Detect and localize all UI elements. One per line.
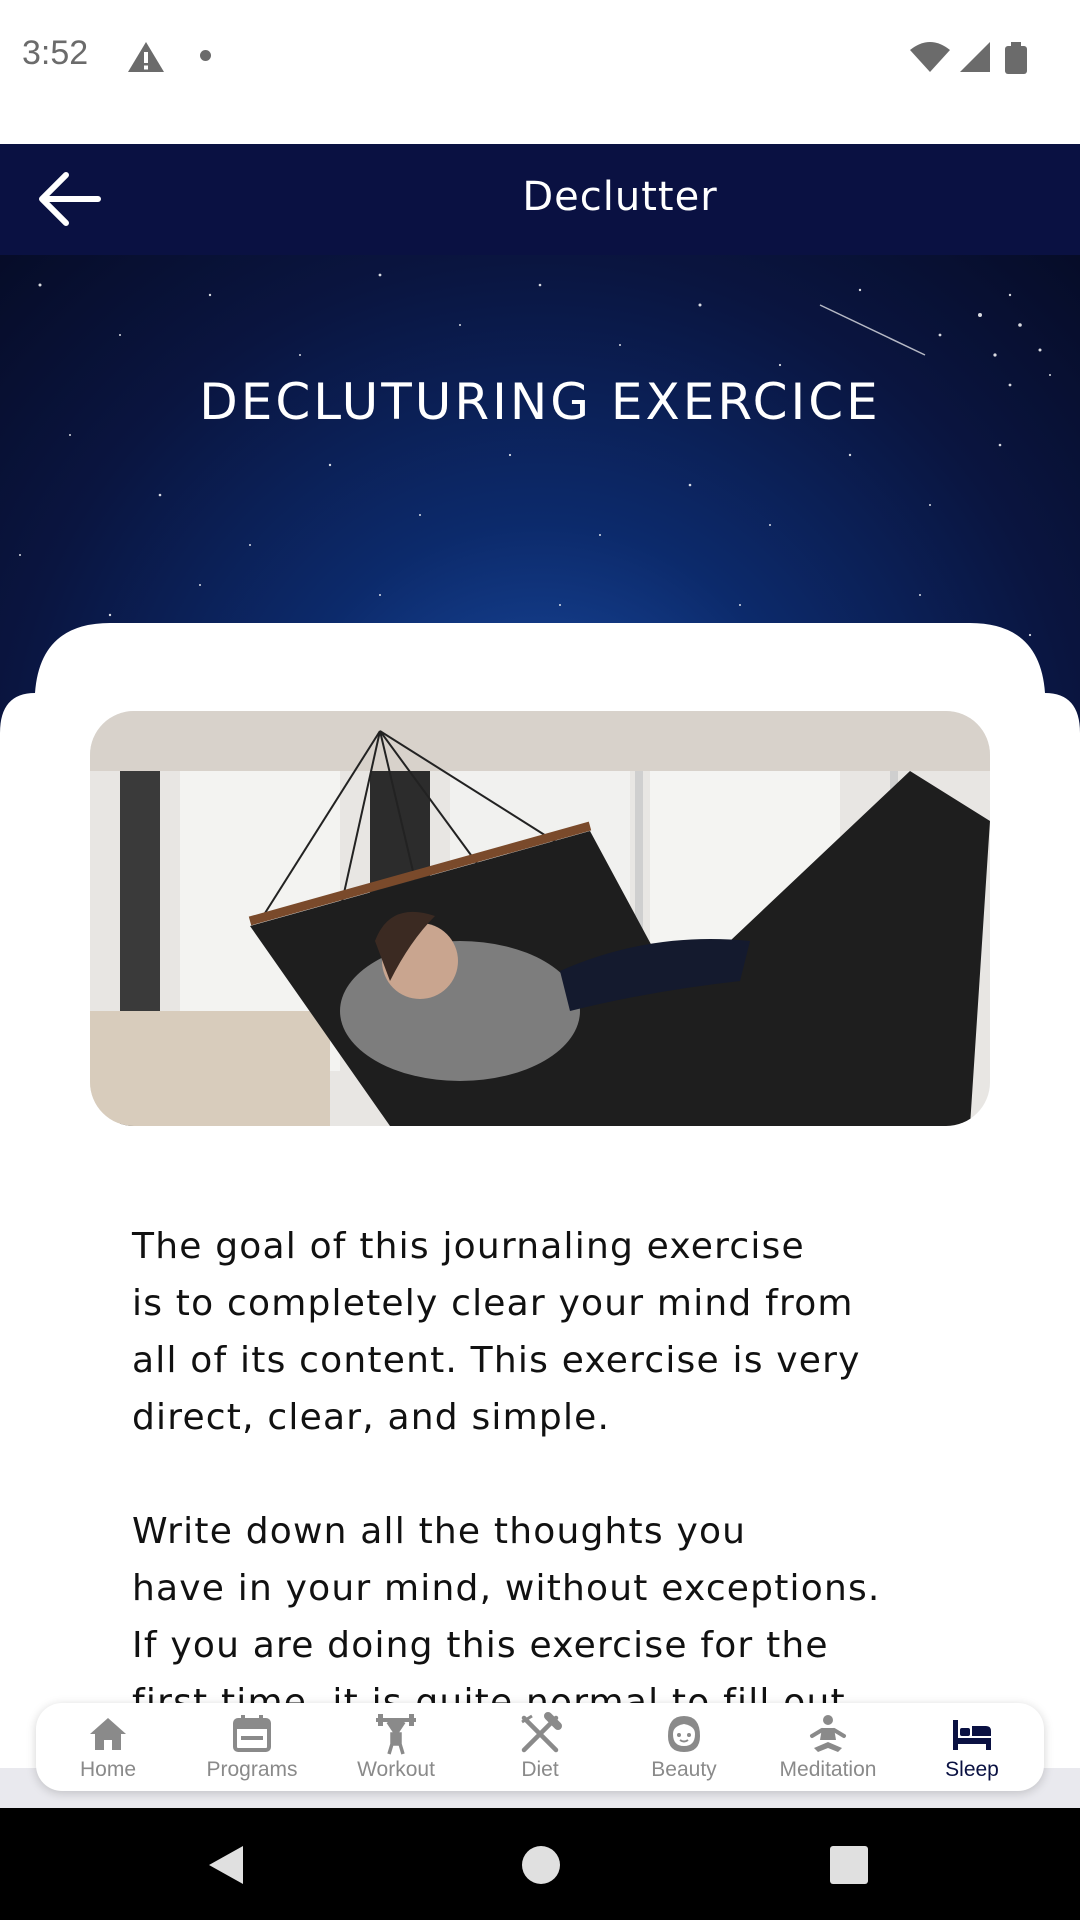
bed-icon xyxy=(953,1720,991,1750)
hammock-photo xyxy=(90,711,990,1126)
meditation-icon xyxy=(810,1715,846,1752)
nav-label: Beauty xyxy=(651,1758,717,1781)
notification-dot-icon xyxy=(200,50,211,61)
battery-icon xyxy=(1005,42,1027,74)
signal-icon xyxy=(960,42,990,72)
home-icon xyxy=(90,1718,126,1750)
recents-square-icon[interactable] xyxy=(828,1844,870,1886)
nav-item-programs[interactable]: Programs xyxy=(182,1712,322,1782)
bottom-navigation: Home Programs Workout Diet Beauty Medita… xyxy=(36,1703,1044,1791)
nav-label: Sleep xyxy=(945,1758,999,1781)
page-title: Declutter xyxy=(522,174,718,220)
warning-icon xyxy=(126,40,166,78)
nav-item-diet[interactable]: Diet xyxy=(470,1712,610,1782)
paragraph: The goal of this journaling exercise is … xyxy=(132,1226,861,1438)
face-icon xyxy=(668,1716,700,1752)
nav-item-home[interactable]: Home xyxy=(38,1712,178,1782)
back-triangle-icon[interactable] xyxy=(205,1844,247,1886)
nav-label: Programs xyxy=(206,1758,298,1781)
status-icons xyxy=(908,40,1058,78)
weightlifting-icon xyxy=(376,1714,416,1755)
nav-item-workout[interactable]: Workout xyxy=(326,1712,466,1782)
hero-title: DECLUTURING EXERCICE xyxy=(199,373,881,431)
nav-label: Diet xyxy=(521,1758,559,1781)
home-circle-icon[interactable] xyxy=(520,1844,562,1886)
status-bar: 3:52 xyxy=(0,0,1080,115)
nav-label: Meditation xyxy=(779,1758,877,1781)
utensils-icon xyxy=(521,1712,562,1753)
nav-item-sleep[interactable]: Sleep xyxy=(902,1712,1042,1782)
app-bar: Declutter xyxy=(0,144,1080,255)
status-time: 3:52 xyxy=(22,34,89,72)
nav-item-beauty[interactable]: Beauty xyxy=(614,1712,754,1782)
calendar-icon xyxy=(233,1715,271,1752)
paragraph: Write down all the thoughts you have in … xyxy=(132,1511,881,1723)
nav-item-meditation[interactable]: Meditation xyxy=(758,1712,898,1782)
system-navigation-bar xyxy=(0,1808,1080,1920)
nav-label: Workout xyxy=(357,1758,435,1781)
nav-label: Home xyxy=(79,1758,137,1781)
wifi-icon xyxy=(910,42,950,72)
